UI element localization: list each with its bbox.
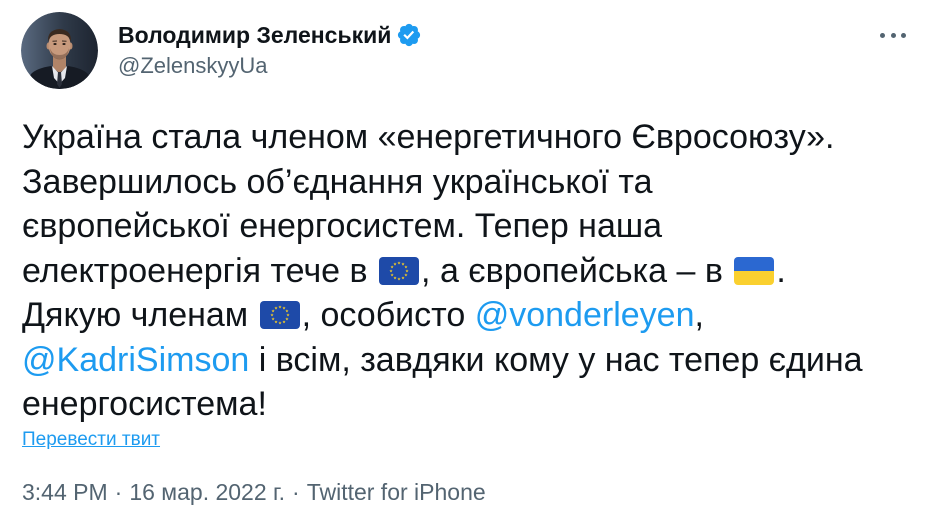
- tweet-line: Завершилось об’єднання української та: [22, 160, 863, 205]
- author-name[interactable]: Володимир Зеленський: [118, 20, 391, 50]
- tweet-time[interactable]: 3:44 PM: [22, 479, 108, 505]
- tweet-text-segment: енергосистема!: [22, 385, 267, 423]
- tweet-line: @KadriSimson і всім, завдяки кому у нас …: [22, 338, 863, 383]
- tweet-text-segment: ,: [694, 296, 704, 334]
- ukraine-flag-graphic: [734, 256, 775, 285]
- tweet-source[interactable]: Twitter for iPhone: [307, 479, 486, 505]
- eu-flag-icon: [259, 301, 300, 329]
- footer-separator: ·: [292, 479, 300, 505]
- tweet-text-segment: .: [776, 251, 786, 290]
- verified-badge-icon: [398, 23, 421, 47]
- author-handle[interactable]: @ZelenskyyUa: [118, 52, 268, 80]
- tweet-line: Україна стала членом «енергетичного Євро…: [22, 115, 863, 160]
- tweet-date[interactable]: 16 мар. 2022 г.: [129, 479, 285, 505]
- eu-flag-icon: [379, 256, 420, 285]
- tweet-card: Володимир Зеленський @ZelenskyyUa Україн…: [0, 0, 937, 519]
- tweet-text-segment: , особисто: [301, 296, 475, 334]
- avatar-image: [21, 12, 98, 89]
- more-icon[interactable]: [876, 24, 910, 46]
- tweet-text-segment: європейської енергосистем. Тепер наша: [22, 207, 663, 245]
- tweet-text-segment: Дякую членам: [22, 296, 258, 334]
- ukraine-flag-icon: [734, 256, 775, 285]
- tweet-line: європейської енергосистем. Тепер наша: [22, 204, 863, 249]
- mention-link-vonderleyen[interactable]: @vonderleyen: [475, 296, 695, 334]
- tweet-text-segment: Україна стала членом «енергетичного Євро…: [22, 118, 835, 156]
- author-name-row: Володимир Зеленський: [118, 20, 422, 50]
- eu-flag-graphic: [259, 301, 300, 329]
- tweet-line: електроенергія тече в , а європейська – …: [22, 249, 863, 294]
- tweet-text-segment: Завершилось об’єднання української та: [22, 162, 653, 201]
- avatar[interactable]: [21, 12, 98, 89]
- translate-tweet-link[interactable]: Перевести твит: [22, 428, 160, 452]
- tweet-line: енергосистема!: [22, 382, 863, 427]
- mention-link-kadrisimson[interactable]: @KadriSimson: [22, 341, 249, 379]
- tweet-text-segment: , а європейська – в: [421, 251, 733, 290]
- tweet-footer: 3:44 PM · 16 мар. 2022 г. · Twitter for iPho…: [22, 478, 486, 506]
- more-dot: [901, 32, 906, 38]
- tweet-text-segment: і всім, завдяки кому у нас тепер єдина: [249, 340, 863, 379]
- tweet-line: Дякую членам , особисто @vonderleyen,: [22, 293, 863, 338]
- more-dot: [890, 32, 896, 38]
- footer-separator: ·: [114, 479, 123, 505]
- eu-flag-graphic: [379, 256, 420, 285]
- tweet-text-segment: електроенергія тече в: [22, 251, 378, 290]
- tweet-text: Україна стала членом «енергетичного Євро…: [22, 115, 863, 427]
- more-dot: [880, 32, 885, 38]
